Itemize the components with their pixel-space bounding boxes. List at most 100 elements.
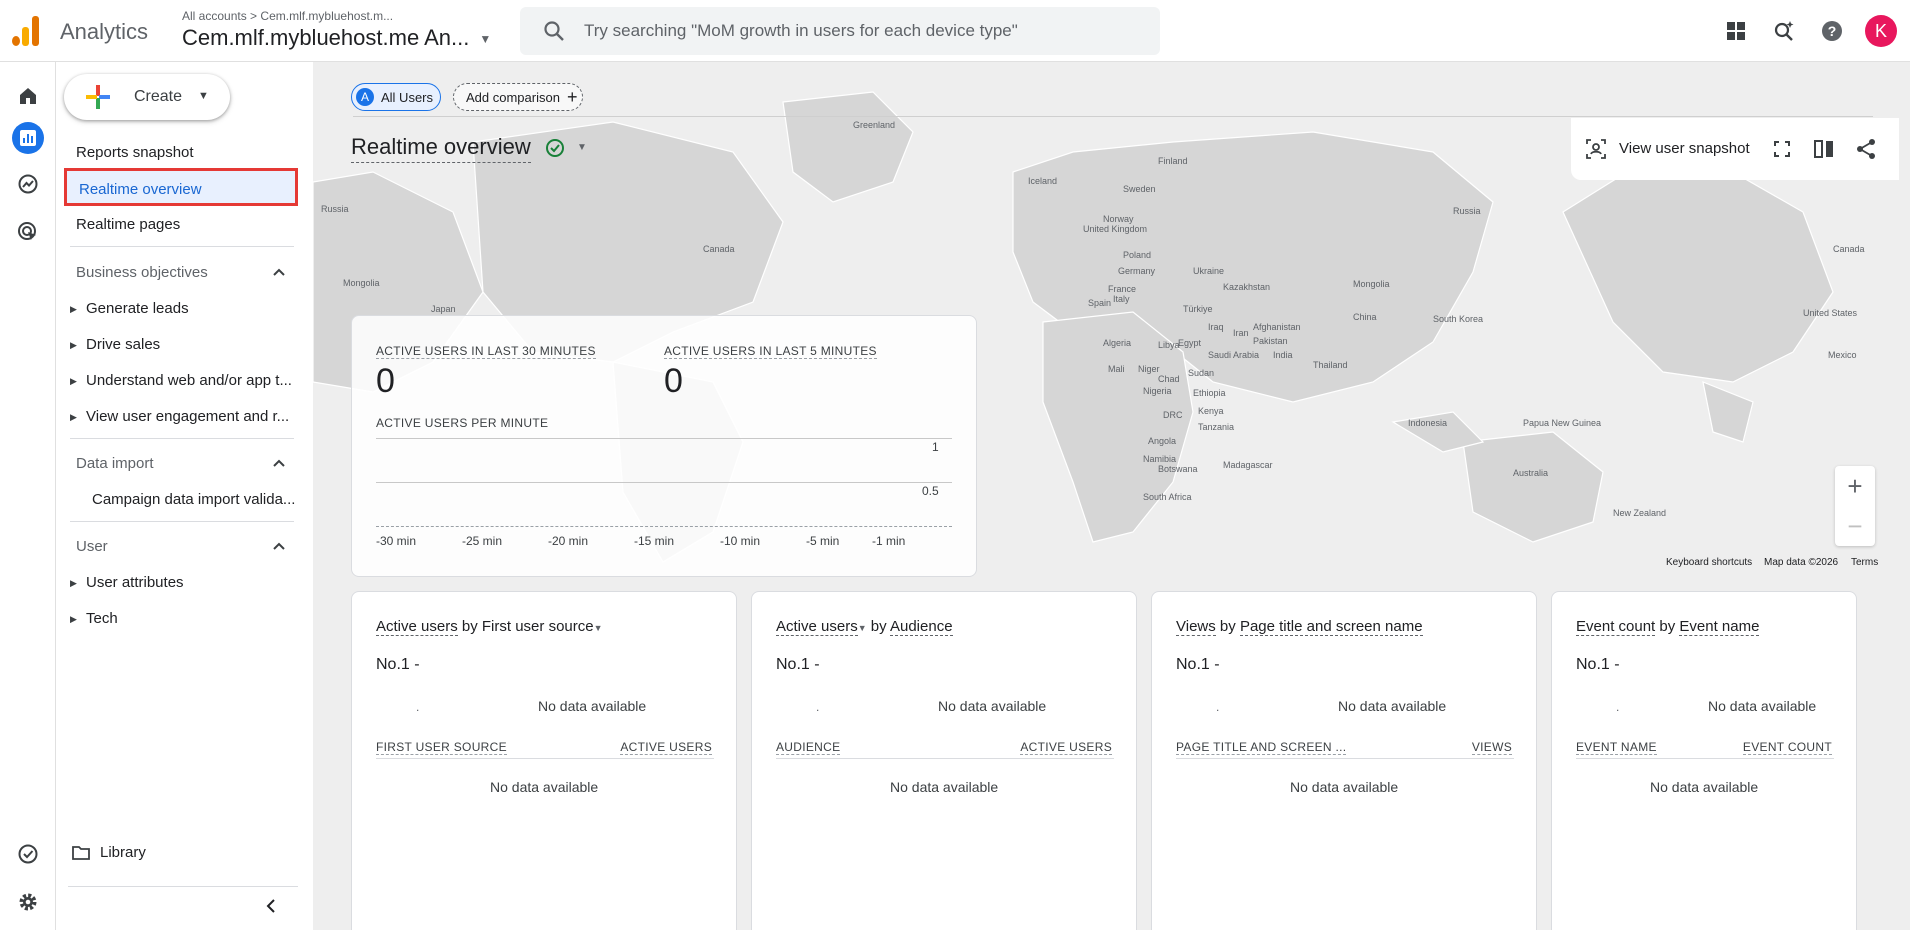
nav-item-label: Drive sales <box>86 336 161 353</box>
breadcrumb-account[interactable]: Cem.mlf.mybluehost.m... <box>260 9 393 23</box>
title-by: by <box>461 618 478 635</box>
map-country-label: Nigeria <box>1143 386 1172 396</box>
home-icon[interactable] <box>12 80 44 112</box>
property-selector[interactable]: Cem.mlf.mybluehost.me An... ▼ <box>182 25 491 51</box>
search-bar[interactable]: Try searching "MoM growth in users for e… <box>520 7 1160 55</box>
dimension-selector[interactable]: Audience <box>889 618 953 636</box>
card-title: Views by Page title and screen name <box>1176 618 1423 636</box>
table-no-data: No data available <box>890 779 999 795</box>
avatar[interactable]: K <box>1865 15 1897 47</box>
add-comparison-button[interactable]: Add comparison + <box>453 83 583 111</box>
nav-realtime-overview[interactable]: Realtime overview <box>64 168 298 206</box>
caret-right-icon: ▶ <box>70 411 77 422</box>
audience-letter-badge: A <box>356 88 374 106</box>
card-title: Event count by Event name <box>1576 618 1760 636</box>
breadcrumb[interactable]: All accounts > Cem.mlf.mybluehost.m... <box>182 9 393 23</box>
map-country-label: New Zealand <box>1613 508 1666 518</box>
reports-icon[interactable] <box>12 122 44 154</box>
section-user[interactable]: User <box>76 538 286 555</box>
nav-understand-web-app[interactable]: ▶ Understand web and/or app t... <box>70 372 300 389</box>
column-header[interactable]: ACTIVE USERS <box>1020 740 1112 755</box>
map-country-label: Tanzania <box>1198 422 1234 432</box>
dimension-selector[interactable]: Page title and screen name <box>1239 618 1423 636</box>
map-country-label: Saudi Arabia <box>1208 350 1259 360</box>
section-label: User <box>76 538 108 555</box>
caret-down-icon: ▼ <box>593 623 603 633</box>
placeholder-dot: . <box>416 700 420 714</box>
nav-tech[interactable]: ▶ Tech <box>70 610 300 627</box>
breadcrumb-all-accounts[interactable]: All accounts <box>182 9 247 23</box>
nav-generate-leads[interactable]: ▶ Generate leads <box>70 300 300 317</box>
nav-user-attributes[interactable]: ▶ User attributes <box>70 574 300 591</box>
settings-gear-icon[interactable] <box>12 886 44 918</box>
active-users-30-label[interactable]: ACTIVE USERS IN LAST 30 MINUTES <box>376 344 596 359</box>
advertising-icon[interactable] <box>12 216 44 248</box>
nav-item-label: Understand web and/or app t... <box>86 372 292 389</box>
column-header[interactable]: VIEWS <box>1471 740 1512 755</box>
section-label: Data import <box>76 455 154 472</box>
map-country-label: Canada <box>703 244 735 254</box>
share-icon[interactable] <box>1855 138 1877 160</box>
insights-search-icon[interactable] <box>1768 15 1800 47</box>
dimension-selector[interactable]: First user source▼ <box>482 618 603 635</box>
column-header[interactable]: AUDIENCE <box>776 740 841 755</box>
toolbar-divider <box>353 116 1873 117</box>
keyboard-shortcuts-link[interactable]: Keyboard shortcuts <box>1666 557 1752 568</box>
apps-grid-icon[interactable] <box>1720 15 1752 47</box>
terms-link[interactable]: Terms <box>1851 557 1878 568</box>
view-user-snapshot-button[interactable]: View user snapshot <box>1619 140 1750 157</box>
caret-right-icon: ▶ <box>70 577 77 588</box>
active-users-5-label[interactable]: ACTIVE USERS IN LAST 5 MINUTES <box>664 344 877 359</box>
section-business-objectives[interactable]: Business objectives <box>76 264 286 281</box>
chevron-up-icon <box>273 542 285 550</box>
metric-selector[interactable]: Views <box>1176 618 1216 636</box>
explore-icon[interactable] <box>12 168 44 200</box>
map-country-label: Chad <box>1158 374 1180 384</box>
compare-columns-icon[interactable] <box>1813 138 1835 160</box>
top-item: No.1 - <box>376 656 420 673</box>
metric-selector[interactable]: Event count <box>1576 618 1656 636</box>
column-header[interactable]: FIRST USER SOURCE <box>376 740 507 755</box>
nav-campaign-data-import[interactable]: Campaign data import valida... <box>92 491 302 508</box>
section-data-import[interactable]: Data import <box>76 455 286 472</box>
map-country-label: Thailand <box>1313 360 1348 370</box>
nav-view-user-engagement[interactable]: ▶ View user engagement and r... <box>70 408 300 425</box>
fullscreen-icon[interactable] <box>1773 140 1791 158</box>
help-icon[interactable]: ? <box>1816 15 1848 47</box>
column-header[interactable]: ACTIVE USERS <box>620 740 712 755</box>
chevron-down-icon: ▼ <box>198 90 209 102</box>
all-users-chip[interactable]: A All Users <box>351 83 441 111</box>
zoom-in-button[interactable]: + <box>1835 466 1875 506</box>
active-users-30-value: 0 <box>376 362 395 400</box>
nav-drive-sales[interactable]: ▶ Drive sales <box>70 336 300 353</box>
map-country-label: Afghanistan <box>1253 322 1301 332</box>
collapse-chevron-left-icon[interactable] <box>264 898 278 919</box>
realtime-users-card: ACTIVE USERS IN LAST 30 MINUTES 0 ACTIVE… <box>351 315 977 577</box>
nav-item-label: Tech <box>86 610 118 627</box>
caret-right-icon: ▶ <box>70 339 77 350</box>
top-item: No.1 - <box>776 656 820 673</box>
nav-reports-snapshot[interactable]: Reports snapshot <box>76 144 194 161</box>
map-country-label: Mali <box>1108 364 1125 374</box>
metric-selector[interactable]: Active users <box>376 618 458 636</box>
analytics-logo-icon[interactable] <box>12 16 42 46</box>
dimension-selector[interactable]: Event name <box>1679 618 1760 636</box>
column-header[interactable]: EVENT COUNT <box>1742 740 1832 755</box>
property-name: Cem.mlf.mybluehost.me An... <box>182 25 470 50</box>
map-country-label: Russia <box>321 204 349 214</box>
column-header[interactable]: PAGE TITLE AND SCREEN ... <box>1176 740 1347 755</box>
no-data-message: No data available <box>1338 698 1447 714</box>
column-header[interactable]: EVENT NAME <box>1576 740 1657 755</box>
chevron-down-icon[interactable]: ▼ <box>577 142 587 153</box>
title-by: by <box>1219 618 1236 635</box>
admin-check-icon[interactable] <box>12 838 44 870</box>
nav-item-label: Library <box>100 844 146 861</box>
nav-realtime-pages[interactable]: Realtime pages <box>76 216 180 233</box>
create-button[interactable]: Create ▼ <box>64 74 230 120</box>
zoom-out-button[interactable]: − <box>1835 506 1875 546</box>
status-check-icon[interactable] <box>545 138 565 163</box>
svg-text:?: ? <box>1828 23 1837 39</box>
nav-library[interactable]: Library <box>72 844 302 861</box>
x-tick-label: -15 min <box>634 534 675 548</box>
metric-selector[interactable]: Active users▼ <box>776 618 867 636</box>
